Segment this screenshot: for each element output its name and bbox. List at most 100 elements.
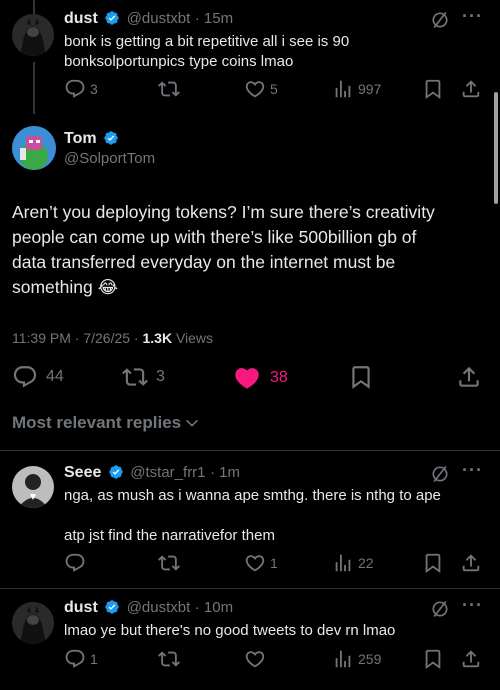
more-icon[interactable]: ··· [462,595,483,616]
retweet-button[interactable] [158,78,180,100]
avatar[interactable] [12,602,54,644]
chevron-down-icon [186,419,199,427]
views-button[interactable]: 259 [332,648,381,670]
tweet-text-line: something 😂 [12,277,119,297]
like-icon [244,648,266,670]
tweet-text-line: atp jst find the narrativefor them [64,527,275,544]
like-icon [244,78,266,100]
reply-count: 1 [90,651,98,667]
tweet-header: Tom [64,130,121,148]
share-button[interactable] [456,364,482,390]
share-icon [460,552,482,574]
avatar[interactable] [12,466,54,508]
reply-button[interactable]: 44 [12,364,64,390]
bookmark-icon [422,78,444,100]
handle[interactable]: @tstar_frr1 [130,464,205,481]
grok-icon[interactable] [430,464,450,484]
share-button[interactable] [460,552,482,574]
more-icon[interactable]: ··· [462,460,483,481]
reply-icon [12,364,38,390]
tweet-text-line: nga, as mush as i wanna ape smthg. there… [64,487,441,504]
verified-icon [103,130,119,146]
views-icon [332,78,354,100]
retweet-icon [158,648,180,670]
like-button[interactable]: 1 [244,552,278,574]
tweet-text: lmao ye but there's no good tweets to de… [64,621,489,641]
retweet-icon [122,364,148,390]
like-button[interactable]: 38 [232,364,288,392]
retweet-button[interactable]: 3 [122,364,165,390]
timestamp[interactable]: · 10m [195,599,233,616]
share-icon [460,648,482,670]
avatar[interactable] [12,14,54,56]
like-icon [232,364,262,392]
tweet-text-line: people can come up with there’s like 500… [12,227,417,247]
tweet-text-line: bonk is getting a bit repetitive all i s… [64,33,350,50]
tweet-header: dust @dustxbt · 10m [64,599,233,617]
bookmark-button[interactable] [422,552,444,574]
avatar[interactable] [12,126,56,170]
tweet-text-line: lmao ye but there's no good tweets to de… [64,622,396,639]
reply-icon [64,648,86,670]
retweet-button[interactable] [158,552,180,574]
grok-icon[interactable] [430,599,450,619]
view-count: 997 [358,81,382,97]
like-button[interactable]: 5 [244,78,278,100]
verified-icon [108,464,124,480]
view-count: 259 [358,651,382,667]
tweet-header: dust @dustxbt · 15m [64,10,434,28]
tweet-text: bonk is getting a bit repetitive all i s… [64,32,484,72]
timestamp[interactable]: · 1m [210,464,240,481]
share-icon [456,364,482,390]
tweet-meta: 11:39 PM · 7/26/25 · 1.3K Views [12,330,213,346]
retweet-icon [158,552,180,574]
replies-sort-dropdown[interactable]: Most relevant replies [12,413,200,433]
like-count: 38 [270,369,288,386]
bookmark-button[interactable] [422,648,444,670]
handle[interactable]: @SolportTom [64,150,155,167]
reply-button[interactable]: 3 [64,78,98,100]
verified-icon [104,599,120,615]
bookmark-button[interactable] [348,364,374,390]
main-tweet-text: Aren’t you deploying tokens? I’m sure th… [12,200,482,300]
divider [0,588,500,589]
share-button[interactable] [460,78,482,100]
share-button[interactable] [460,648,482,670]
retweet-count: 3 [156,368,165,385]
views-button[interactable]: 22 [332,552,374,574]
tweet-header: Seee @tstar_frr1 · 1m [64,464,240,482]
views-button[interactable]: 997 [332,78,381,100]
share-icon [460,78,482,100]
reply-icon [64,78,86,100]
retweet-button[interactable] [158,648,180,670]
reply-count: 3 [90,81,98,97]
bookmark-button[interactable] [422,78,444,100]
retweet-icon [158,78,180,100]
handle[interactable]: @dustxbt [127,599,191,616]
more-icon[interactable]: ··· [462,6,483,27]
like-button[interactable] [244,648,266,670]
views-label: Views [172,330,214,346]
tweet-timestamp[interactable]: 11:39 PM · 7/26/25 · [12,330,142,346]
reply-button[interactable] [64,552,86,574]
bookmark-icon [422,648,444,670]
grok-icon[interactable] [430,10,450,30]
like-icon [244,552,266,574]
scrollbar[interactable] [494,92,498,204]
bookmark-icon [348,364,374,390]
handle[interactable]: @dustxbt [127,10,191,27]
views-icon [332,552,354,574]
tweet-text-line: bonksolportunpics type coins lmao [64,53,294,70]
display-name[interactable]: dust [64,10,98,27]
views-count: 1.3K [142,330,173,346]
reply-icon [64,552,86,574]
display-name[interactable]: dust [64,599,98,616]
reply-count: 44 [46,368,64,385]
divider [0,450,500,451]
timestamp[interactable]: · 15m [195,10,233,27]
views-icon [332,648,354,670]
display-name[interactable]: Tom [64,130,97,147]
display-name[interactable]: Seee [64,464,101,481]
like-count: 5 [270,81,278,97]
reply-button[interactable]: 1 [64,648,98,670]
